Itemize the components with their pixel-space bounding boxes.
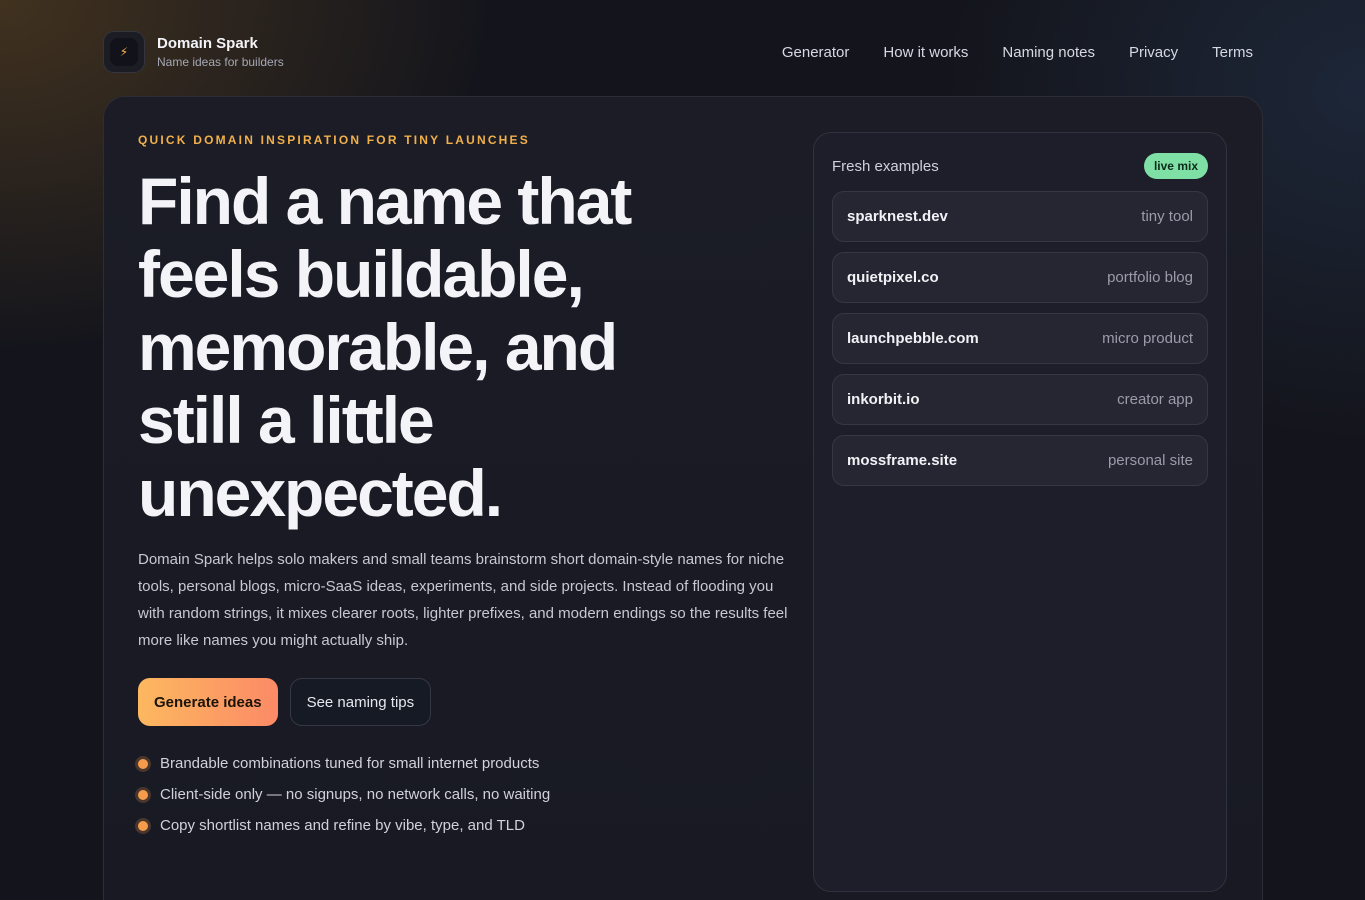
examples-header: Fresh examples live mix	[832, 151, 1208, 181]
brand[interactable]: ⚡ Domain Spark Name ideas for builders	[103, 31, 284, 73]
hero-actions: Generate ideas See naming tips	[138, 678, 788, 726]
brand-name: Domain Spark	[157, 35, 258, 52]
example-item[interactable]: launchpebble.com micro product	[832, 313, 1208, 364]
logo[interactable]: ⚡	[103, 31, 145, 73]
nav-generator[interactable]: Generator	[782, 44, 850, 61]
hero-eyebrow: QUICK DOMAIN INSPIRATION FOR TINY LAUNCH…	[138, 133, 530, 147]
feature-text: Copy shortlist names and refine by vibe,…	[160, 817, 525, 834]
hero-content: QUICK DOMAIN INSPIRATION FOR TINY LAUNCH…	[138, 133, 788, 841]
hero-description: Domain Spark helps solo makers and small…	[138, 551, 788, 649]
example-tag: micro product	[1102, 330, 1193, 347]
nav-terms[interactable]: Terms	[1212, 44, 1253, 61]
example-item[interactable]: inkorbit.io creator app	[832, 374, 1208, 425]
example-domain: quietpixel.co	[847, 269, 939, 286]
generate-ideas-button[interactable]: Generate ideas	[138, 678, 278, 726]
brand-tagline: Name ideas for builders	[157, 55, 284, 69]
nav-how-it-works[interactable]: How it works	[883, 44, 968, 61]
example-item[interactable]: quietpixel.co portfolio blog	[832, 252, 1208, 303]
live-mix-badge: live mix	[1143, 153, 1208, 179]
example-tag: creator app	[1117, 391, 1193, 408]
examples-panel: Fresh examples live mix sparknest.dev ti…	[813, 132, 1227, 892]
hero-headline: Find a name that feels buildable, memora…	[138, 164, 632, 530]
bullet-dot-icon	[138, 820, 148, 831]
brand-text: Domain Spark Name ideas for builders	[157, 35, 284, 69]
main-nav: Generator How it works Naming notes Priv…	[782, 44, 1253, 61]
nav-naming-notes[interactable]: Naming notes	[1002, 44, 1095, 61]
feature-item: Brandable combinations tuned for small i…	[138, 748, 788, 779]
feature-list: Brandable combinations tuned for small i…	[138, 748, 788, 841]
see-naming-tips-button[interactable]: See naming tips	[289, 678, 432, 726]
hero-card: QUICK DOMAIN INSPIRATION FOR TINY LAUNCH…	[103, 96, 1263, 900]
site-header: ⚡ Domain Spark Name ideas for builders G…	[103, 30, 1253, 74]
example-tag: personal site	[1107, 452, 1193, 469]
example-domain: launchpebble.com	[847, 330, 979, 347]
example-domain: inkorbit.io	[847, 391, 920, 408]
feature-text: Client-side only — no signups, no networ…	[160, 786, 551, 803]
example-tag: portfolio blog	[1107, 269, 1193, 286]
nav-privacy[interactable]: Privacy	[1129, 44, 1178, 61]
feature-item: Client-side only — no signups, no networ…	[138, 779, 788, 810]
bullet-dot-icon	[138, 789, 148, 800]
example-item[interactable]: mossframe.site personal site	[832, 435, 1208, 486]
feature-text: Brandable combinations tuned for small i…	[160, 755, 540, 772]
examples-title: Fresh examples	[832, 157, 939, 175]
example-tag: tiny tool	[1141, 208, 1193, 225]
bullet-dot-icon	[138, 758, 148, 769]
example-domain: mossframe.site	[847, 452, 958, 469]
example-item[interactable]: sparknest.dev tiny tool	[832, 191, 1208, 242]
example-domain: sparknest.dev	[847, 208, 948, 225]
lightning-icon: ⚡	[110, 38, 138, 66]
feature-item: Copy shortlist names and refine by vibe,…	[138, 810, 788, 841]
